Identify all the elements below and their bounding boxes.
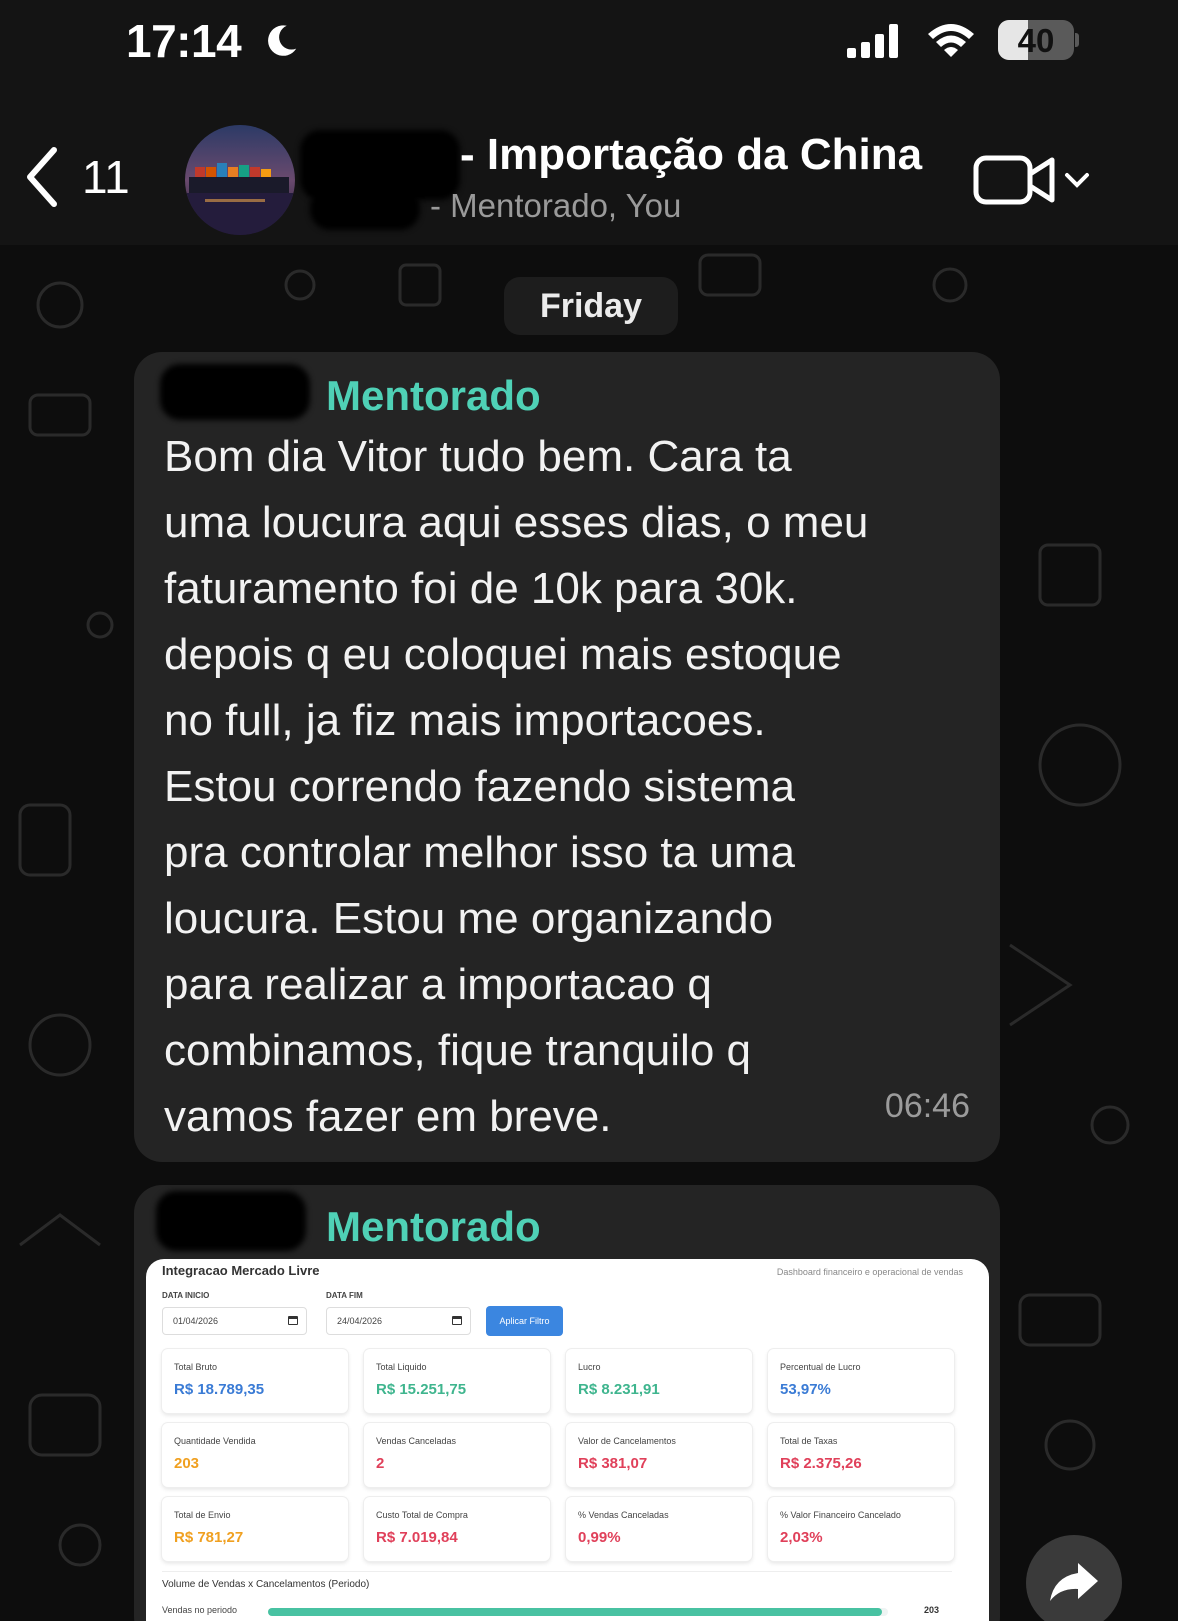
- stat-card: Vendas Canceladas 2: [364, 1423, 550, 1487]
- start-date-value: 01/04/2026: [173, 1316, 219, 1326]
- dashboard-subtitle: Dashboard financeiro e operacional de ve…: [776, 1267, 963, 1277]
- share-arrow-icon: [1050, 1563, 1098, 1601]
- volume-bar-label: Vendas no periodo: [162, 1605, 238, 1615]
- stat-value: 2: [376, 1455, 385, 1472]
- stat-label: Quantidade Vendida: [174, 1436, 256, 1446]
- end-date-label: DATA FIM: [326, 1291, 363, 1300]
- stat-value: R$ 2.375,26: [780, 1455, 862, 1472]
- stat-card: Total Liquido R$ 15.251,75: [364, 1349, 550, 1413]
- stat-value: R$ 8.231,91: [578, 1381, 660, 1398]
- unread-count: 11: [82, 151, 130, 203]
- volume-bar-track: [268, 1608, 888, 1616]
- stat-card: Quantidade Vendida 203: [162, 1423, 348, 1487]
- chat-header: 11 - Importação da China - Mentorado, Yo…: [0, 90, 1178, 245]
- wifi-icon: [928, 24, 974, 57]
- group-members: - Mentorado, You: [430, 187, 682, 224]
- message-bubble[interactable]: Mentorado Bom dia Vitor tudo bem. Cara t…: [134, 352, 1000, 1162]
- message-time: 06:46: [884, 1087, 970, 1125]
- start-date-input: 01/04/2026: [162, 1307, 307, 1335]
- chevron-down-icon: [1065, 173, 1089, 188]
- message-text: Bom dia Vitor tudo bem. Cara ta uma louc…: [164, 432, 869, 1141]
- stat-label: Lucro: [578, 1362, 601, 1372]
- stat-card: Lucro R$ 8.231,91: [566, 1349, 752, 1413]
- stat-value: R$ 781,27: [174, 1529, 244, 1546]
- stat-value: R$ 381,07: [578, 1455, 648, 1472]
- stat-label: Vendas Canceladas: [376, 1436, 457, 1446]
- video-call-icon: [973, 155, 1055, 205]
- stat-card: % Valor Financeiro Cancelado 2,03%: [768, 1497, 954, 1561]
- cargo-ship-image: [185, 125, 295, 235]
- stat-label: Total de Envio: [174, 1510, 231, 1520]
- apply-filter-button: Aplicar Filtro: [486, 1306, 563, 1336]
- calendar-icon: [288, 1316, 298, 1325]
- stat-card: Custo Total de Compra R$ 7.019,84: [364, 1497, 550, 1561]
- stat-card: Total Bruto R$ 18.789,35: [162, 1349, 348, 1413]
- stat-value: R$ 15.251,75: [376, 1381, 467, 1398]
- stat-card: Total de Envio R$ 781,27: [162, 1497, 348, 1561]
- stat-label: Total Bruto: [174, 1362, 218, 1372]
- signal-icon: [847, 24, 898, 58]
- volume-bar-fill: [268, 1608, 882, 1616]
- stat-value: R$ 18.789,35: [174, 1381, 265, 1398]
- stat-value: 0,99%: [578, 1529, 621, 1546]
- battery-icon: 40: [998, 20, 1079, 62]
- stat-label: % Vendas Canceladas: [578, 1510, 669, 1520]
- moon-icon: [268, 25, 297, 56]
- volume-chart-title: Volume de Vendas x Cancelamentos (Period…: [162, 1579, 370, 1590]
- start-date-label: DATA INICIO: [162, 1291, 210, 1300]
- dashboard-screenshot[interactable]: Integracao Mercado Livre Dashboard finan…: [146, 1259, 989, 1621]
- stat-value: 2,03%: [780, 1529, 823, 1546]
- chat-area[interactable]: Friday Mentorado Bom dia Vitor tudo bem.…: [0, 245, 1178, 1621]
- stat-label: Percentual de Lucro: [780, 1362, 861, 1372]
- group-avatar[interactable]: [185, 125, 295, 235]
- end-date-input: 24/04/2026: [326, 1307, 471, 1335]
- volume-bar-value: 203: [924, 1605, 940, 1615]
- message-sender[interactable]: Mentorado: [326, 1203, 541, 1251]
- battery-percent: 40: [1017, 22, 1055, 59]
- stat-label: % Valor Financeiro Cancelado: [780, 1510, 901, 1520]
- share-button[interactable]: [1026, 1535, 1122, 1621]
- stat-card: Valor de Cancelamentos R$ 381,07: [566, 1423, 752, 1487]
- video-call-button[interactable]: [972, 150, 1092, 210]
- back-button[interactable]: 11: [22, 142, 142, 212]
- dashboard-title: Integracao Mercado Livre: [162, 1263, 320, 1278]
- stat-value: 203: [174, 1455, 200, 1472]
- stat-label: Total de Taxas: [780, 1436, 838, 1446]
- message-sender[interactable]: Mentorado: [326, 372, 541, 420]
- stat-card: % Vendas Canceladas 0,99%: [566, 1497, 752, 1561]
- calendar-icon: [452, 1316, 462, 1325]
- stat-label: Valor de Cancelamentos: [578, 1436, 676, 1446]
- stat-card: Percentual de Lucro 53,97%: [768, 1349, 954, 1413]
- end-date-value: 24/04/2026: [337, 1316, 383, 1326]
- message-bubble-image[interactable]: Mentorado Integracao Mercado Livre Dashb…: [134, 1185, 1000, 1621]
- date-separator: Friday: [504, 277, 678, 335]
- stat-label: Custo Total de Compra: [376, 1510, 468, 1520]
- stat-label: Total Liquido: [376, 1362, 427, 1372]
- status-bar: 17:14 40: [0, 0, 1178, 90]
- stat-value: R$ 7.019,84: [376, 1529, 458, 1546]
- back-chevron-icon: [27, 147, 57, 207]
- stat-value: 53,97%: [780, 1381, 831, 1398]
- stat-card: Total de Taxas R$ 2.375,26: [768, 1423, 954, 1487]
- status-time: 17:14: [126, 15, 242, 67]
- group-title[interactable]: - Importação da China: [460, 130, 922, 180]
